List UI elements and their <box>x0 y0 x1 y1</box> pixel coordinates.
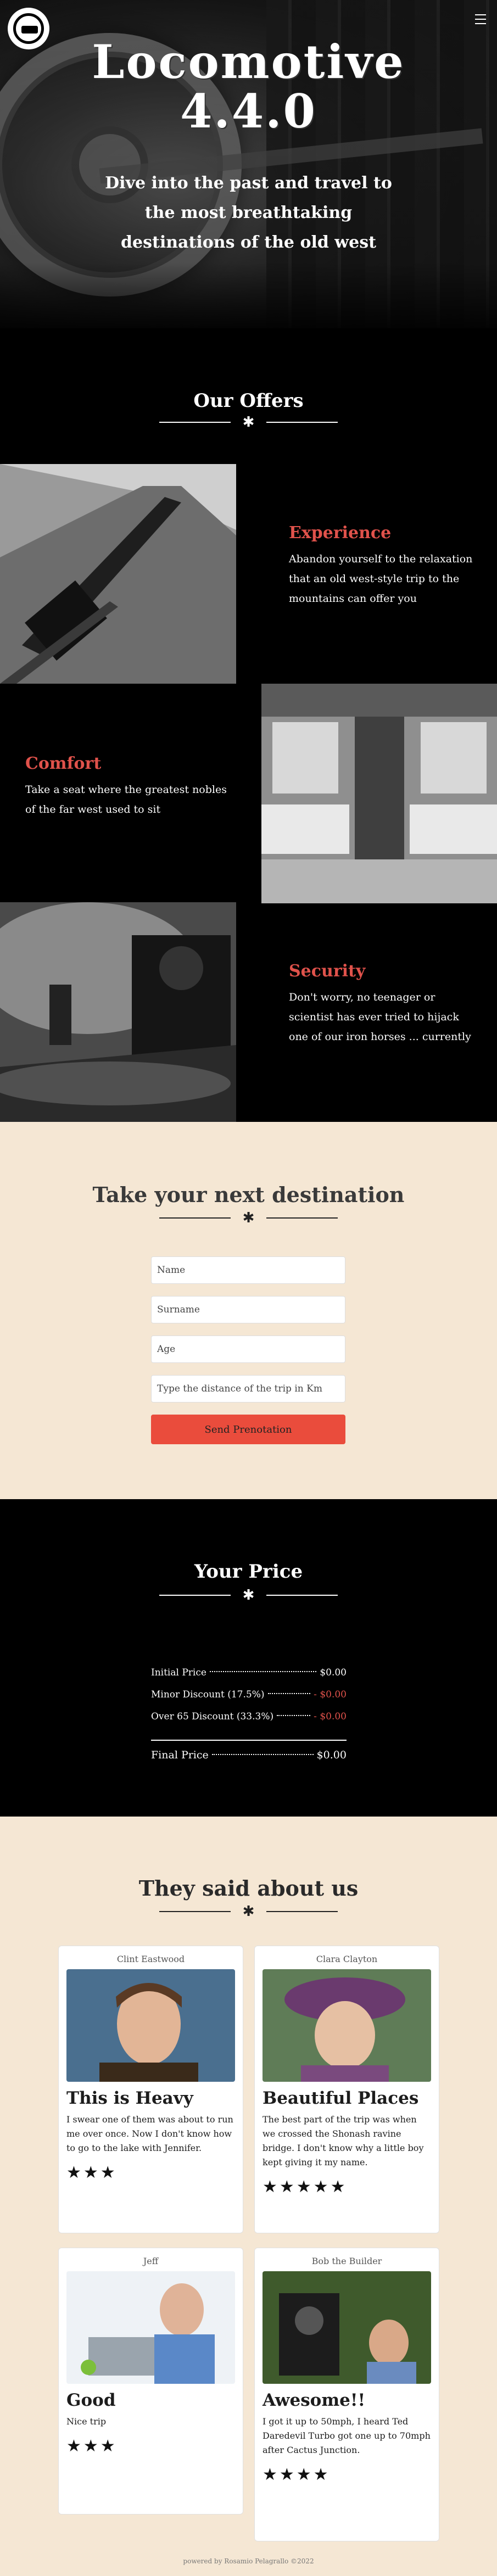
reviewer-portrait-image <box>66 2271 235 2384</box>
price-row-label: Minor Discount (17.5%) <box>151 1689 265 1700</box>
reviews-section: They said about us ✱ Clint Eastwood This… <box>0 1817 497 2576</box>
star-divider-icon: ✱ <box>242 1587 255 1603</box>
star-divider-icon: ✱ <box>242 1903 255 1920</box>
hero-subtitle: Dive into the past and travel to the mos… <box>105 174 392 252</box>
destination-form: Send Prenotation <box>151 1256 345 1444</box>
surname-input[interactable] <box>151 1296 345 1323</box>
reviewer-portrait-image <box>263 1969 431 2082</box>
offer-security-description: Don't worry, no teenager or scientist ha… <box>289 991 471 1043</box>
price-row-value: - $0.00 <box>314 1689 347 1700</box>
review-rating-stars: ★★★★ <box>263 2465 331 2484</box>
review-author: Jeff <box>143 2256 159 2266</box>
review-author: Clint Eastwood <box>116 1954 185 1964</box>
review-rating-stars: ★★★★★ <box>263 2177 348 2197</box>
review-text: Nice trip <box>66 2416 107 2427</box>
review-card: Clara Clayton Beautiful Places The best … <box>254 1946 439 2233</box>
offer-comfort-title: Comfort <box>25 754 102 773</box>
offer-experience-text: Experience Abandon yourself to the relax… <box>289 523 476 608</box>
price-row-label: Initial Price <box>151 1667 206 1678</box>
train-steam-image <box>0 902 236 1122</box>
reviewer-portrait-image <box>66 1969 235 2082</box>
hero-title-line1: Locomotive <box>92 35 405 89</box>
review-rating-stars: ★★★ <box>66 2437 118 2456</box>
offer-security-photo <box>0 902 236 1122</box>
review-card: Bob the Builder Awesome!! I got it up to… <box>254 2248 439 2541</box>
review-photo <box>66 1969 235 2082</box>
price-table: Initial Price $0.00 Minor Discount (17.5… <box>151 1662 347 1768</box>
train-interior-image <box>261 684 497 903</box>
offer-experience: Experience Abandon yourself to the relax… <box>0 464 497 684</box>
review-photo <box>263 2271 431 2384</box>
review-card: Jeff Good Nice trip ★★★ <box>58 2248 243 2514</box>
price-row-label: Over 65 Discount (33.3%) <box>151 1711 274 1722</box>
review-text: I swear one of them was about to run me … <box>66 2114 233 2153</box>
price-divider: ✱ <box>0 1588 497 1602</box>
offers-divider: ✱ <box>0 415 497 429</box>
send-prenotation-button[interactable]: Send Prenotation <box>151 1415 345 1444</box>
offer-comfort: Comfort Take a seat where the greatest n… <box>0 684 497 903</box>
reviewer-portrait-image <box>263 2271 431 2384</box>
reviews-heading: They said about us <box>138 1876 359 1901</box>
review-photo <box>66 2271 235 2384</box>
final-price-value: $0.00 <box>316 1749 347 1761</box>
offer-security: Security Don't worry, no teenager or sci… <box>0 902 497 1122</box>
price-row-final: Final Price $0.00 <box>151 1740 347 1768</box>
offer-comfort-description: Take a seat where the greatest nobles of… <box>25 784 227 815</box>
distance-input[interactable] <box>151 1375 345 1402</box>
review-author: Bob the Builder <box>311 2256 382 2266</box>
offer-comfort-photo <box>261 684 497 903</box>
hamburger-menu-icon[interactable] <box>475 14 486 24</box>
destination-heading: Take your next destination <box>92 1182 405 1207</box>
age-input[interactable] <box>151 1336 345 1363</box>
offer-security-title: Security <box>289 962 366 981</box>
review-text: The best part of the trip was when we cr… <box>263 2114 424 2167</box>
offer-experience-photo <box>0 464 236 684</box>
price-row-value: - $0.00 <box>314 1711 347 1722</box>
price-row-value: $0.00 <box>320 1667 347 1678</box>
review-card: Clint Eastwood This is Heavy I swear one… <box>58 1946 243 2233</box>
footer-credits: powered by Rosamio Pelagrallo ©2022 <box>183 2557 314 2565</box>
offer-comfort-text: Comfort Take a seat where the greatest n… <box>25 754 228 819</box>
offer-experience-description: Abandon yourself to the relaxation that … <box>289 553 473 605</box>
final-price-label: Final Price <box>151 1749 209 1761</box>
star-divider-icon: ✱ <box>242 414 255 431</box>
reviews-divider: ✱ <box>0 1904 497 1919</box>
review-title: Awesome!! <box>263 2390 366 2410</box>
review-title: This is Heavy <box>66 2088 193 2108</box>
destination-section: Take your next destination ✱ Send Prenot… <box>0 1122 497 1499</box>
price-row-over65-discount: Over 65 Discount (33.3%) - $0.00 <box>151 1706 347 1728</box>
review-rating-stars: ★★★ <box>66 2163 118 2182</box>
price-row-initial: Initial Price $0.00 <box>151 1662 347 1684</box>
train-forest-image <box>0 464 236 684</box>
hero-title: Locomotive 4.4.0 <box>0 37 497 136</box>
review-title: Good <box>66 2390 116 2410</box>
hero-title-line2: 4.4.0 <box>180 84 317 138</box>
offers-section: Our Offers ✱ Experience Abandon yourself… <box>0 328 497 1122</box>
offers-heading: Our Offers <box>193 390 304 412</box>
review-text: I got it up to 50mph, I heard Ted Darede… <box>263 2416 431 2455</box>
price-heading: Your Price <box>194 1561 303 1583</box>
destination-divider: ✱ <box>0 1211 497 1225</box>
price-section: Your Price ✱ Initial Price $0.00 Minor D… <box>0 1499 497 1817</box>
name-input[interactable] <box>151 1256 345 1284</box>
review-photo <box>263 1969 431 2082</box>
offer-security-text: Security Don't worry, no teenager or sci… <box>289 962 476 1047</box>
review-author: Clara Clayton <box>316 1954 378 1964</box>
offer-experience-title: Experience <box>289 523 392 543</box>
review-title: Beautiful Places <box>263 2088 419 2108</box>
price-row-minor-discount: Minor Discount (17.5%) - $0.00 <box>151 1684 347 1706</box>
star-divider-icon: ✱ <box>242 1210 255 1226</box>
hero-section: Locomotive 4.4.0 Dive into the past and … <box>0 0 497 328</box>
